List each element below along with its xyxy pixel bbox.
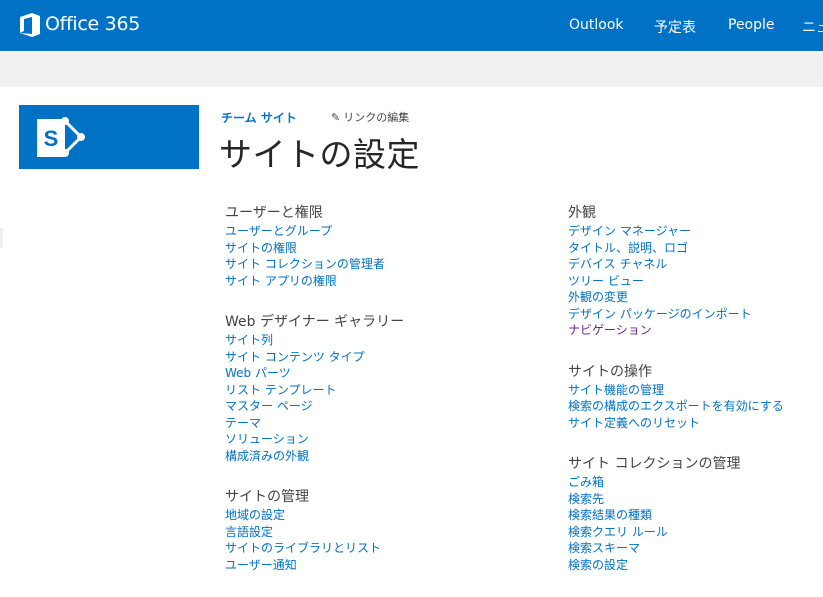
nav-calendar[interactable]: 予定表	[654, 17, 696, 37]
link-navigation[interactable]: ナビゲーション	[568, 322, 823, 339]
svg-text:S: S	[44, 126, 59, 151]
section-web-designer-galleries: Web デザイナー ギャラリー サイト列 サイト コンテンツ タイプ Web パ…	[225, 313, 545, 464]
quick-launch-edge	[0, 228, 3, 248]
settings-left-column: ユーザーと権限 ユーザーとグループ サイトの権限 サイト コレクションの管理者 …	[225, 204, 545, 597]
section-title: ユーザーと権限	[225, 205, 323, 221]
settings-right-column: 外観 デザイン マネージャー タイトル、説明、ロゴ デバイス チャネル ツリー …	[568, 204, 823, 597]
ribbon-bar	[0, 51, 823, 87]
suite-bar: Office 365 Outlook 予定表 People ニュー	[0, 0, 823, 51]
link-language-settings[interactable]: 言語設定	[225, 524, 545, 541]
link-import-design-package[interactable]: デザイン パッケージのインポート	[568, 306, 823, 323]
link-search-result-sources[interactable]: 検索先	[568, 491, 823, 508]
link-design-manager[interactable]: デザイン マネージャー	[568, 223, 823, 240]
office-365-brand[interactable]: Office 365	[45, 13, 140, 35]
link-search-schema[interactable]: 検索スキーマ	[568, 540, 823, 557]
link-users-groups[interactable]: ユーザーとグループ	[225, 223, 545, 240]
link-solutions[interactable]: ソリューション	[225, 431, 545, 448]
pencil-icon: ✎	[331, 111, 341, 124]
link-master-pages[interactable]: マスター ページ	[225, 398, 545, 415]
link-list-templates[interactable]: リスト テンプレート	[225, 382, 545, 399]
link-search-settings[interactable]: 検索の設定	[568, 557, 823, 574]
link-search-query-rules[interactable]: 検索クエリ ルール	[568, 524, 823, 541]
link-manage-site-features[interactable]: サイト機能の管理	[568, 382, 823, 399]
link-regional-settings[interactable]: 地域の設定	[225, 507, 545, 524]
site-logo[interactable]: S	[19, 105, 199, 169]
link-change-the-look[interactable]: 外観の変更	[568, 289, 823, 306]
link-search-result-types[interactable]: 検索結果の種類	[568, 507, 823, 524]
nav-news[interactable]: ニュー	[802, 17, 823, 37]
section-title: 外観	[568, 205, 596, 221]
section-title: Web デザイナー ギャラリー	[225, 314, 405, 330]
link-user-alerts[interactable]: ユーザー通知	[225, 557, 545, 574]
link-site-app-permissions[interactable]: サイト アプリの権限	[225, 273, 545, 290]
section-title: サイトの管理	[225, 489, 309, 505]
nav-people[interactable]: People	[728, 17, 775, 33]
breadcrumb-team-site[interactable]: チーム サイト	[221, 109, 297, 126]
edit-links-label: リンクの編集	[343, 111, 410, 124]
link-web-parts[interactable]: Web パーツ	[225, 365, 545, 382]
link-title-description-logo[interactable]: タイトル、説明、ロゴ	[568, 240, 823, 257]
page-title: サイトの設定	[219, 135, 420, 174]
link-site-content-types[interactable]: サイト コンテンツ タイプ	[225, 349, 545, 366]
link-enable-search-config-export[interactable]: 検索の構成のエクスポートを有効にする	[568, 398, 823, 415]
section-users-permissions: ユーザーと権限 ユーザーとグループ サイトの権限 サイト コレクションの管理者 …	[225, 204, 545, 289]
link-tree-view[interactable]: ツリー ビュー	[568, 273, 823, 290]
link-reset-to-site-definition[interactable]: サイト定義へのリセット	[568, 415, 823, 432]
section-title: サイトの操作	[568, 363, 652, 380]
edit-links-button[interactable]: ✎ リンクの編集	[331, 109, 409, 125]
link-themes[interactable]: テーマ	[225, 415, 545, 432]
section-site-administration: サイトの管理 地域の設定 言語設定 サイトのライブラリとリスト ユーザー通知	[225, 488, 545, 573]
sharepoint-icon: S	[37, 117, 85, 157]
link-site-collection-admins[interactable]: サイト コレクションの管理者	[225, 256, 545, 273]
section-site-actions: サイトの操作 サイト機能の管理 検索の構成のエクスポートを有効にする サイト定義…	[568, 363, 823, 432]
office-logo-icon[interactable]	[20, 13, 40, 37]
nav-outlook[interactable]: Outlook	[569, 17, 624, 33]
section-look-and-feel: 外観 デザイン マネージャー タイトル、説明、ロゴ デバイス チャネル ツリー …	[568, 204, 823, 339]
link-composed-looks[interactable]: 構成済みの外観	[225, 448, 545, 465]
link-site-libraries-lists[interactable]: サイトのライブラリとリスト	[225, 540, 545, 557]
link-site-columns[interactable]: サイト列	[225, 332, 545, 349]
section-site-collection-administration: サイト コレクションの管理 ごみ箱 検索先 検索結果の種類 検索クエリ ルール …	[568, 455, 823, 573]
link-site-permissions[interactable]: サイトの権限	[225, 240, 545, 257]
link-device-channels[interactable]: デバイス チャネル	[568, 256, 823, 273]
section-title: サイト コレクションの管理	[568, 456, 741, 472]
link-recycle-bin[interactable]: ごみ箱	[568, 474, 823, 491]
